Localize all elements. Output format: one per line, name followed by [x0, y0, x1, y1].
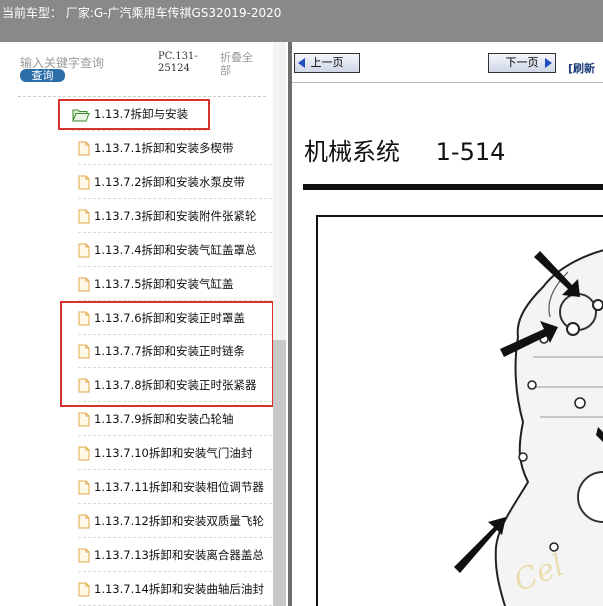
title-bar: 当前车型： 厂家:G-广汽乘用车传祺GS32019-2020 — [0, 0, 603, 42]
content-pane: 上一页 下一页 [刷新 机械系统 1-514 Cel — [292, 42, 603, 606]
tree-item[interactable]: 1.13.7.5拆卸和安装气缸盖 — [78, 268, 272, 301]
tree-item-label: 1.13.7.1拆卸和安装多楔带 — [94, 141, 234, 155]
engine-diagram — [316, 215, 603, 606]
tree-item-label: 1.13.7.2拆卸和安装水泵皮带 — [94, 174, 246, 189]
page-number: 1-514 — [435, 138, 506, 166]
query-button[interactable]: 查询 — [20, 69, 65, 82]
current-model-text: 当前车型： 厂家:G-广汽乘用车传祺GS32019-2020 — [2, 6, 282, 20]
sidebar-separator — [18, 96, 266, 97]
tree-item[interactable]: 1.13.7.4拆卸和安装气缸盖罩总 — [78, 234, 272, 267]
tree-item[interactable]: 1.13.7.14拆卸和安装曲轴后油封 — [78, 573, 272, 606]
pc-code: PC.131- 25124 — [158, 51, 198, 75]
tree-item-label: 1.13.7.5拆卸和安装气缸盖 — [94, 276, 234, 291]
prev-page-button[interactable]: 上一页 — [294, 53, 360, 73]
highlight-box-folder — [58, 99, 210, 130]
arrow-right-icon — [545, 58, 552, 68]
next-page-button[interactable]: 下一页 — [488, 53, 556, 73]
document-icon — [78, 480, 90, 495]
tree-item-label: 1.13.7.3拆卸和安装附件张紧轮 — [94, 208, 257, 223]
pc-code-line-1: PC.131- — [158, 51, 198, 62]
tree-item-label: 1.13.7.12拆卸和安装双质量飞轮 — [94, 513, 264, 528]
tree-item-label: 1.13.7.13拆卸和安装离合器盖总 — [94, 547, 264, 562]
timing-cover-illustration — [454, 249, 603, 606]
collapse-all-line-1: 折叠全 — [220, 51, 253, 64]
sidebar-scrollbar-thumb[interactable] — [273, 340, 286, 606]
tree-item[interactable]: 1.13.7.1拆卸和安装多楔带 — [78, 132, 272, 165]
prev-page-label: 上一页 — [310, 56, 344, 69]
collapse-all-line-2: 部 — [220, 64, 231, 77]
page-heading: 机械系统 1-514 — [304, 132, 505, 167]
tree-item-label: 1.13.7.14拆卸和安装曲轴后油封 — [94, 581, 264, 596]
refresh-link[interactable]: [刷新 — [568, 60, 595, 76]
collapse-all-button[interactable]: 折叠全 部 — [220, 51, 253, 77]
tree-item[interactable]: 1.13.7.2拆卸和安装水泵皮带 — [78, 166, 272, 199]
highlight-box-timing-items — [60, 301, 274, 407]
tree-item-label: 1.13.7.10拆卸和安装气门油封 — [94, 446, 253, 461]
document-icon — [78, 277, 90, 292]
tree-item[interactable]: 1.13.7.3拆卸和安装附件张紧轮 — [78, 200, 272, 233]
document-icon — [78, 582, 90, 597]
tree-item-label: 1.13.7.4拆卸和安装气缸盖罩总 — [94, 242, 257, 257]
document-icon — [78, 548, 90, 563]
tree-item[interactable]: 1.13.7.10拆卸和安装气门油封 — [78, 437, 272, 471]
page-title: 机械系统 — [304, 138, 400, 166]
document-icon — [78, 175, 90, 190]
document-icon — [78, 141, 90, 156]
tree-item[interactable]: 1.13.7.11拆卸和安装相位调节器 — [78, 471, 272, 504]
arrow-left-icon — [298, 58, 305, 68]
tree-item[interactable]: 1.13.7.12拆卸和安装双质量飞轮 — [78, 505, 272, 538]
tree-item[interactable]: 1.13.7.13拆卸和安装离合器盖总 — [78, 539, 272, 572]
pc-code-line-2: 25124 — [158, 63, 190, 74]
next-page-label: 下一页 — [505, 56, 539, 69]
heading-rule — [303, 184, 603, 190]
content-toolbar: 上一页 下一页 [刷新 — [292, 42, 603, 83]
tree-item[interactable]: 1.13.7.9拆卸和安装凸轮轴 — [78, 403, 272, 437]
document-icon — [78, 209, 90, 224]
document-icon — [78, 243, 90, 258]
tree-item-label: 1.13.7.11拆卸和安装相位调节器 — [94, 480, 264, 494]
document-icon — [78, 446, 90, 461]
sidebar: 输入关键字查询 查询 PC.131- 25124 折叠全 部 1.13.7拆卸与… — [0, 42, 288, 606]
document-icon — [78, 514, 90, 529]
tree-item-label: 1.13.7.9拆卸和安装凸轮轴 — [94, 412, 234, 427]
document-icon — [78, 412, 90, 427]
